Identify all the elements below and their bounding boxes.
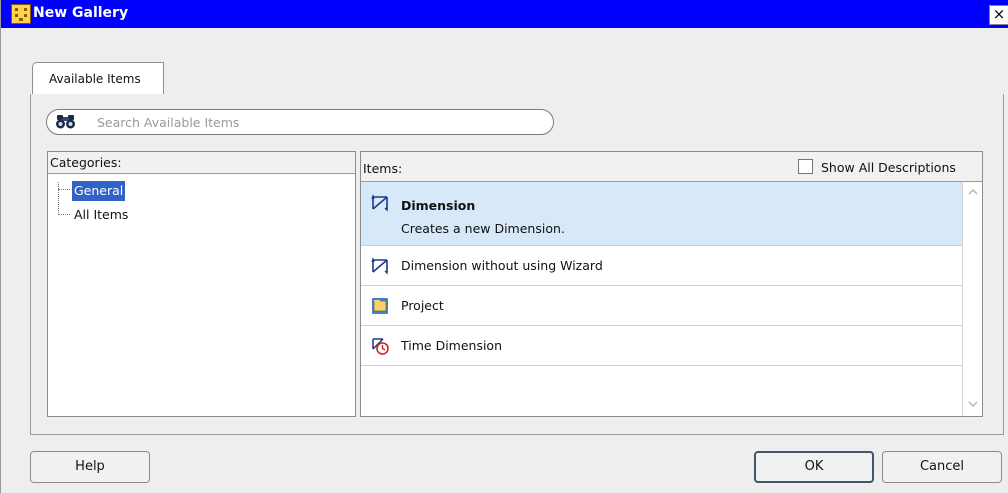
scroll-up-icon[interactable] xyxy=(967,188,979,196)
list-item-title: Dimension without using Wizard xyxy=(401,258,603,273)
items-header: Items: Show All Descriptions xyxy=(361,152,982,182)
list-item-time-dimension[interactable]: Time Dimension xyxy=(361,326,962,366)
cancel-button[interactable]: Cancel xyxy=(882,451,1002,483)
search-input[interactable] xyxy=(97,114,537,130)
categories-header: Categories: xyxy=(48,152,355,174)
time-dimension-icon xyxy=(372,338,389,355)
title-bar[interactable]: New Gallery × xyxy=(1,0,1008,28)
items-scrollbar[interactable] xyxy=(962,182,982,416)
binoculars-icon xyxy=(56,115,75,129)
tree-connector xyxy=(58,214,70,215)
show-all-descriptions-label[interactable]: Show All Descriptions xyxy=(821,160,956,175)
tab-available-items[interactable]: Available Items xyxy=(32,62,164,94)
items-panel: Items: Show All Descriptions Dimension C… xyxy=(360,151,983,417)
list-item-project[interactable]: Project xyxy=(361,286,962,326)
categories-label: Categories: xyxy=(50,155,122,170)
tree-connector xyxy=(58,189,70,190)
list-item-title: Dimension xyxy=(401,198,476,213)
new-gallery-dialog: New Gallery × Available Items Categories… xyxy=(0,0,1008,493)
items-label: Items: xyxy=(363,161,403,176)
category-item-general[interactable]: General xyxy=(72,181,126,201)
tree-connector xyxy=(58,182,59,215)
project-folder-icon xyxy=(372,298,388,314)
list-item-description: Creates a new Dimension. xyxy=(401,221,565,236)
app-icon xyxy=(11,4,31,24)
category-item-all-items[interactable]: All Items xyxy=(74,207,128,223)
list-item-dimension[interactable]: Dimension Creates a new Dimension. xyxy=(361,182,962,246)
scroll-down-icon[interactable] xyxy=(967,400,979,408)
help-button[interactable]: Help xyxy=(30,451,150,483)
close-button[interactable]: × xyxy=(989,5,1008,25)
list-item-title: Project xyxy=(401,298,444,313)
search-box[interactable] xyxy=(46,109,554,135)
categories-panel: Categories: General All Items xyxy=(47,151,356,417)
close-icon: × xyxy=(992,5,1006,23)
list-item-title: Time Dimension xyxy=(401,338,503,353)
window-title: New Gallery xyxy=(33,5,129,21)
dimension-icon xyxy=(371,194,388,212)
list-item-dimension-without-wizard[interactable]: Dimension without using Wizard xyxy=(361,246,962,286)
ok-button[interactable]: OK xyxy=(754,451,874,483)
dimension-icon xyxy=(371,257,388,275)
show-all-descriptions-checkbox[interactable] xyxy=(798,159,813,174)
tab-label: Available Items xyxy=(49,72,141,86)
